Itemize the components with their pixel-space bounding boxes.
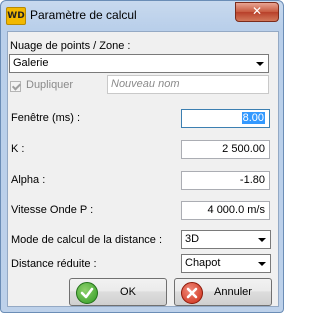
mode-label: Mode de calcul de la distance : [11,234,163,246]
distance-value: Chapot [185,257,221,269]
fenetre-input[interactable]: 8.00 [181,109,270,128]
nouveau-nom-input[interactable]: Nouveau nom [107,75,269,94]
cancel-label: Annuler [214,286,252,298]
mode-value: 3D [185,233,200,245]
distance-select[interactable]: Chapot [181,254,271,273]
ok-label: OK [120,286,136,298]
vitesse-input[interactable]: 4 000.0 m/s [181,201,270,220]
nuage-value: Galerie [13,57,49,69]
mode-select[interactable]: 3D [181,230,271,249]
alpha-input[interactable]: -1.80 [181,171,270,190]
k-input[interactable]: 2 500.00 [181,140,270,159]
dupliquer-checkbox[interactable] [10,81,21,92]
fenetre-value: 8.00 [241,112,265,124]
close-button[interactable]: ✕ [235,2,279,22]
chevron-down-icon[interactable] [252,56,267,71]
k-label: K : [11,143,25,155]
vitesse-label: Vitesse Onde P : [11,204,94,216]
cancel-button[interactable]: Annuler [174,278,272,306]
dialog-body: Nuage de points / Zone : Galerie Dupliqu… [7,31,279,307]
dupliquer-label: Dupliquer [26,79,74,91]
nuage-label: Nuage de points / Zone : [10,40,131,52]
chevron-down-icon[interactable] [254,256,269,271]
nuage-select[interactable]: Galerie [9,54,269,73]
alpha-label: Alpha : [11,174,46,186]
chevron-down-icon[interactable] [254,232,269,247]
distance-label: Distance réduite : [11,258,97,270]
ok-button[interactable]: OK [69,278,167,306]
app-icon: WD [6,7,26,25]
fenetre-label: Fenêtre (ms) : [11,112,81,124]
nouveau-nom-placeholder: Nouveau nom [111,78,180,90]
title-bar[interactable]: WD Paramètre de calcul ✕ [1,1,283,29]
window-title: Paramètre de calcul [30,8,137,22]
dialog-window: WD Paramètre de calcul ✕ Nuage de points… [0,0,284,313]
